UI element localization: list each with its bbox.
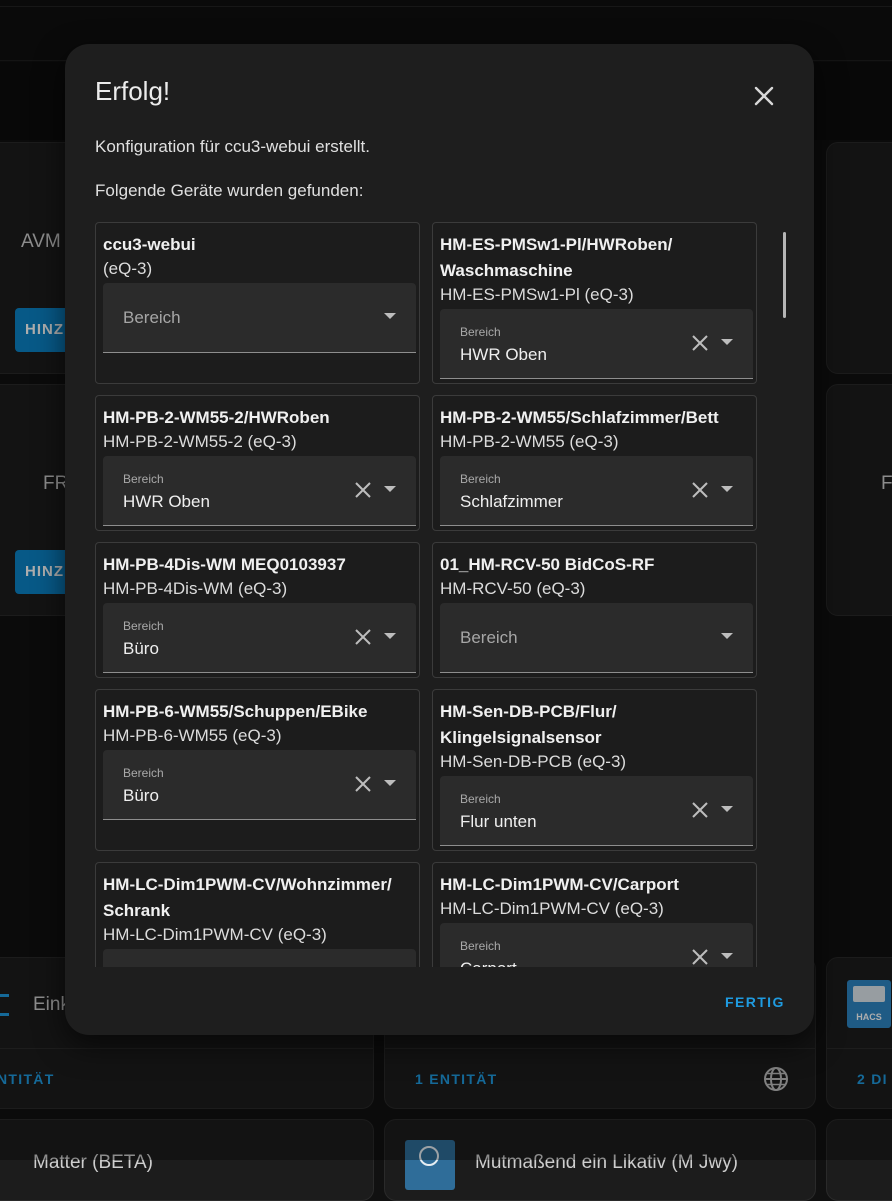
device-model: HM-PB-2-WM55 (eQ-3) [440, 432, 619, 451]
area-select[interactable]: Bereich Büro [103, 603, 416, 673]
device-card: ccu3-webui (eQ-3) Bereich [95, 222, 420, 384]
dialog-title: Erfolg! [95, 76, 171, 106]
area-value: Schlafzimmer [460, 492, 563, 511]
device-card: HM-Sen-DB-PCB/Flur/ Klingelsignalsensor … [432, 689, 757, 851]
dropdown-arrow-icon[interactable] [384, 780, 396, 786]
clear-icon[interactable] [353, 627, 373, 647]
area-select[interactable]: Bereich Büro [103, 750, 416, 820]
dropdown-arrow-icon[interactable] [721, 633, 733, 639]
clear-icon[interactable] [690, 800, 710, 820]
config-created-text: Konfiguration für ccu3-webui erstellt. [95, 137, 370, 156]
device-card: HM-PB-6-WM55/Schuppen/EBike HM-PB-6-WM55… [95, 689, 420, 851]
clear-icon[interactable] [353, 480, 373, 500]
device-card: HM-PB-4Dis-WM MEQ0103937 HM-PB-4Dis-WM (… [95, 542, 420, 678]
device-name: HM-LC-Dim1PWM-CV/Wohnzimmer/ Schrank [103, 875, 392, 920]
device-model: HM-LC-Dim1PWM-CV (eQ-3) [103, 925, 327, 944]
area-value: HWR Oben [123, 492, 210, 511]
device-name: HM-PB-2-WM55/Schlafzimmer/Bett [440, 408, 719, 427]
device-card: HM-PB-2-WM55-2/HWRoben HM-PB-2-WM55-2 (e… [95, 395, 420, 531]
device-name: HM-LC-Dim1PWM-CV/Carport [440, 875, 679, 894]
scrollbar-thumb[interactable] [783, 232, 786, 318]
area-placeholder: Bereich [123, 308, 181, 327]
device-name: HM-Sen-DB-PCB/Flur/ Klingelsignalsensor [440, 702, 617, 747]
area-value: Carport [460, 959, 517, 967]
area-label: Bereich [123, 766, 164, 780]
dropdown-arrow-icon[interactable] [384, 486, 396, 492]
success-dialog: Erfolg! Konfiguration für ccu3-webui ers… [65, 44, 814, 1035]
area-select[interactable]: Bereich Carport [440, 923, 753, 967]
area-select[interactable]: Bereich Schlafzimmer [440, 456, 753, 526]
area-label: Bereich [460, 792, 501, 806]
device-name: ccu3-webui [103, 235, 196, 254]
dropdown-arrow-icon[interactable] [384, 633, 396, 639]
device-list[interactable]: ccu3-webui (eQ-3) Bereich HM-ES-PMSw1-Pl… [95, 222, 795, 967]
device-name: HM-PB-6-WM55/Schuppen/EBike [103, 702, 368, 721]
area-label: Bereich [460, 325, 501, 339]
area-label: Bereich [123, 472, 164, 486]
clear-icon[interactable] [690, 333, 710, 353]
area-select[interactable]: Bereich HWR Oben [103, 456, 416, 526]
dropdown-arrow-icon[interactable] [384, 313, 396, 319]
device-name: 01_HM-RCV-50 BidCoS-RF [440, 555, 655, 574]
clear-icon[interactable] [690, 480, 710, 500]
dropdown-arrow-icon[interactable] [721, 339, 733, 345]
dropdown-arrow-icon[interactable] [721, 953, 733, 959]
area-label: Bereich [460, 939, 501, 953]
device-model: HM-PB-6-WM55 (eQ-3) [103, 726, 282, 745]
clear-icon[interactable] [353, 774, 373, 794]
dropdown-arrow-icon[interactable] [721, 806, 733, 812]
device-model: HM-PB-2-WM55-2 (eQ-3) [103, 432, 297, 451]
device-model: HM-LC-Dim1PWM-CV (eQ-3) [440, 899, 664, 918]
clear-icon[interactable] [690, 947, 710, 967]
device-model: HM-Sen-DB-PCB (eQ-3) [440, 752, 627, 771]
device-card: HM-PB-2-WM55/Schlafzimmer/Bett HM-PB-2-W… [432, 395, 757, 531]
device-card: HM-LC-Dim1PWM-CV/Wohnzimmer/ Schrank HM-… [95, 862, 420, 967]
device-card: HM-LC-Dim1PWM-CV/Carport HM-LC-Dim1PWM-C… [432, 862, 757, 967]
area-placeholder: Bereich [460, 628, 518, 647]
device-model: HM-ES-PMSw1-Pl (eQ-3) [440, 285, 634, 304]
area-value: HWR Oben [460, 345, 547, 364]
close-icon[interactable] [749, 81, 779, 111]
area-select[interactable]: Bereich [440, 603, 753, 673]
device-model: HM-PB-4Dis-WM (eQ-3) [103, 579, 288, 598]
area-select[interactable]: Bereich [103, 283, 416, 353]
devices-found-text: Folgende Geräte wurden gefunden: [95, 181, 364, 200]
dropdown-arrow-icon[interactable] [721, 486, 733, 492]
area-select[interactable]: Bereich Flur unten [440, 776, 753, 846]
area-label: Bereich [460, 472, 501, 486]
area-value: Flur unten [460, 812, 537, 831]
device-name: HM-ES-PMSw1-Pl/HWRoben/ Waschmaschine [440, 235, 673, 280]
device-name: HM-PB-2-WM55-2/HWRoben [103, 408, 330, 427]
device-model: HM-RCV-50 (eQ-3) [440, 579, 586, 598]
done-button[interactable]: FERTIG [725, 994, 785, 1010]
area-select[interactable]: Bereich [103, 949, 416, 967]
area-label: Bereich [123, 619, 164, 633]
area-select[interactable]: Bereich HWR Oben [440, 309, 753, 379]
device-card: 01_HM-RCV-50 BidCoS-RF HM-RCV-50 (eQ-3) … [432, 542, 757, 678]
device-model: (eQ-3) [103, 259, 153, 278]
device-name: HM-PB-4Dis-WM MEQ0103937 [103, 555, 346, 574]
area-value: Büro [123, 786, 159, 805]
device-card: HM-ES-PMSw1-Pl/HWRoben/ Waschmaschine HM… [432, 222, 757, 384]
area-value: Büro [123, 639, 159, 658]
